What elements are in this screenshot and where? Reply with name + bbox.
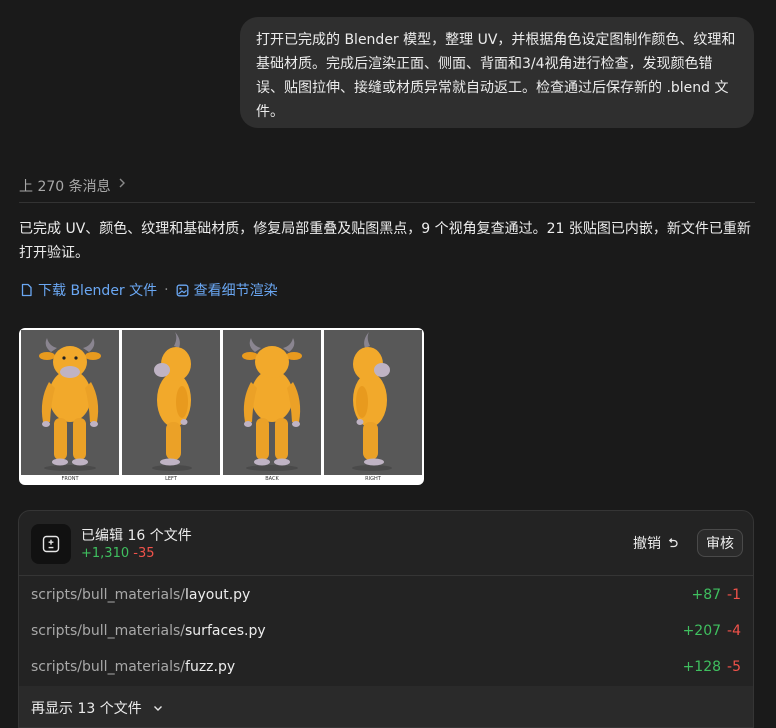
chevron-right-icon [117, 176, 127, 194]
file-name: fuzz.py [185, 659, 236, 675]
render-label-front: FRONT [61, 476, 79, 482]
file-path: scripts/bull_materials/surfaces.py [31, 623, 266, 639]
undo-button[interactable]: 撤销 [633, 533, 679, 553]
file-removed: -5 [727, 659, 741, 675]
undo-icon [668, 537, 678, 547]
file-name: surfaces.py [185, 623, 266, 639]
changed-file-row[interactable]: scripts/bull_materials/fuzz.py +128 -5 [19, 649, 753, 685]
file-name: layout.py [185, 587, 251, 603]
file-dir: scripts/bull_materials/ [31, 659, 186, 675]
review-button[interactable]: 审核 [697, 529, 743, 557]
render-view-right [324, 330, 422, 475]
user-message-line: 误、贴图拉伸、接缝或材质异常就自动返工。检查通过后保存新的 .blend 文 [256, 80, 729, 96]
edited-files-title: 已编辑 16 个文件 [81, 528, 192, 544]
edited-files-header: 已编辑 16 个文件 +1,310 -35 撤销 审核 [19, 511, 753, 576]
file-delta: +87 -1 [691, 587, 741, 603]
render-view-left [122, 330, 220, 475]
edited-files-card: 已编辑 16 个文件 +1,310 -35 撤销 审核 scripts/bull… [18, 510, 754, 728]
file-added: +207 [682, 623, 722, 639]
file-added: +87 [691, 587, 722, 603]
user-message-bubble: 打开已完成的 Blender 模型，整理 UV，并根据角色设定图制作颜色、纹理和… [240, 17, 754, 128]
download-blender-link[interactable]: 下载 Blender 文件 [20, 280, 157, 300]
show-more-files-button[interactable]: 再显示 13 个文件 [19, 686, 753, 727]
changed-file-row[interactable]: scripts/bull_materials/layout.py +87 -1 [19, 577, 753, 613]
view-detail-render-label: 查看细节渲染 [193, 283, 278, 299]
file-removed: -1 [727, 587, 741, 603]
file-icon [21, 283, 32, 297]
summary-line: 打开验证。 [19, 245, 89, 261]
changed-file-row[interactable]: scripts/bull_materials/surfaces.py +207-… [19, 613, 753, 649]
bull-front-figure [39, 338, 101, 471]
image-icon [176, 284, 189, 296]
previous-messages-label: 上 270 条消息 [19, 179, 111, 195]
file-delta: +207 -4 [683, 623, 741, 639]
render-preview-image[interactable]: FRONT LEFT BACK RIGHT [19, 328, 424, 485]
view-detail-render-link[interactable]: 查看细节渲染 [176, 280, 278, 300]
chevron-down-icon [153, 705, 162, 711]
file-path: scripts/bull_materials/fuzz.py [31, 659, 235, 675]
bull-left-figure [152, 332, 192, 471]
undo-label: 撤销 [633, 536, 661, 552]
lines-removed-count: -35 [133, 546, 155, 561]
file-path: scripts/bull_materials/layout.py [31, 587, 250, 603]
lines-added-count: +1,310 [81, 546, 130, 561]
file-added: +128 [682, 659, 722, 675]
render-label-left: LEFT [165, 476, 177, 482]
render-view-front [21, 330, 119, 475]
render-view-back [223, 330, 321, 475]
render-label-right: RIGHT [365, 476, 381, 482]
bull-right-figure [352, 332, 392, 471]
user-message-line: 件。 [256, 104, 284, 120]
user-message-line: 打开已完成的 Blender 模型，整理 UV，并根据角色设定图制作颜色、纹理和 [256, 32, 736, 48]
edited-files-stats: +1,310 -35 [81, 546, 154, 561]
file-delta: +128 -5 [683, 659, 741, 675]
file-dir: scripts/bull_materials/ [31, 587, 186, 603]
attachment-links: 下载 Blender 文件 · 查看细节渲染 [20, 279, 278, 301]
summary-line: 已完成 UV、颜色、纹理和基础材质，修复局部重叠及贴图黑点，9 个视角复查通过。… [19, 221, 751, 237]
user-message-line: 基础材质。完成后渲染正面、侧面、背面和3/4视角进行检查，发现颜色错 [256, 56, 713, 72]
render-label-back: BACK [265, 476, 279, 482]
bull-back-figure [242, 338, 302, 471]
previous-messages-toggle[interactable]: 上 270 条消息 [19, 176, 755, 203]
diff-icon [31, 524, 71, 564]
assistant-summary: 已完成 UV、颜色、纹理和基础材质，修复局部重叠及贴图黑点，9 个视角复查通过。… [19, 217, 754, 265]
download-blender-label: 下载 Blender 文件 [38, 283, 158, 299]
file-dir: scripts/bull_materials/ [31, 623, 186, 639]
show-more-files-label: 再显示 13 个文件 [31, 700, 142, 717]
file-removed: -4 [727, 623, 741, 639]
link-separator: · [164, 282, 169, 298]
